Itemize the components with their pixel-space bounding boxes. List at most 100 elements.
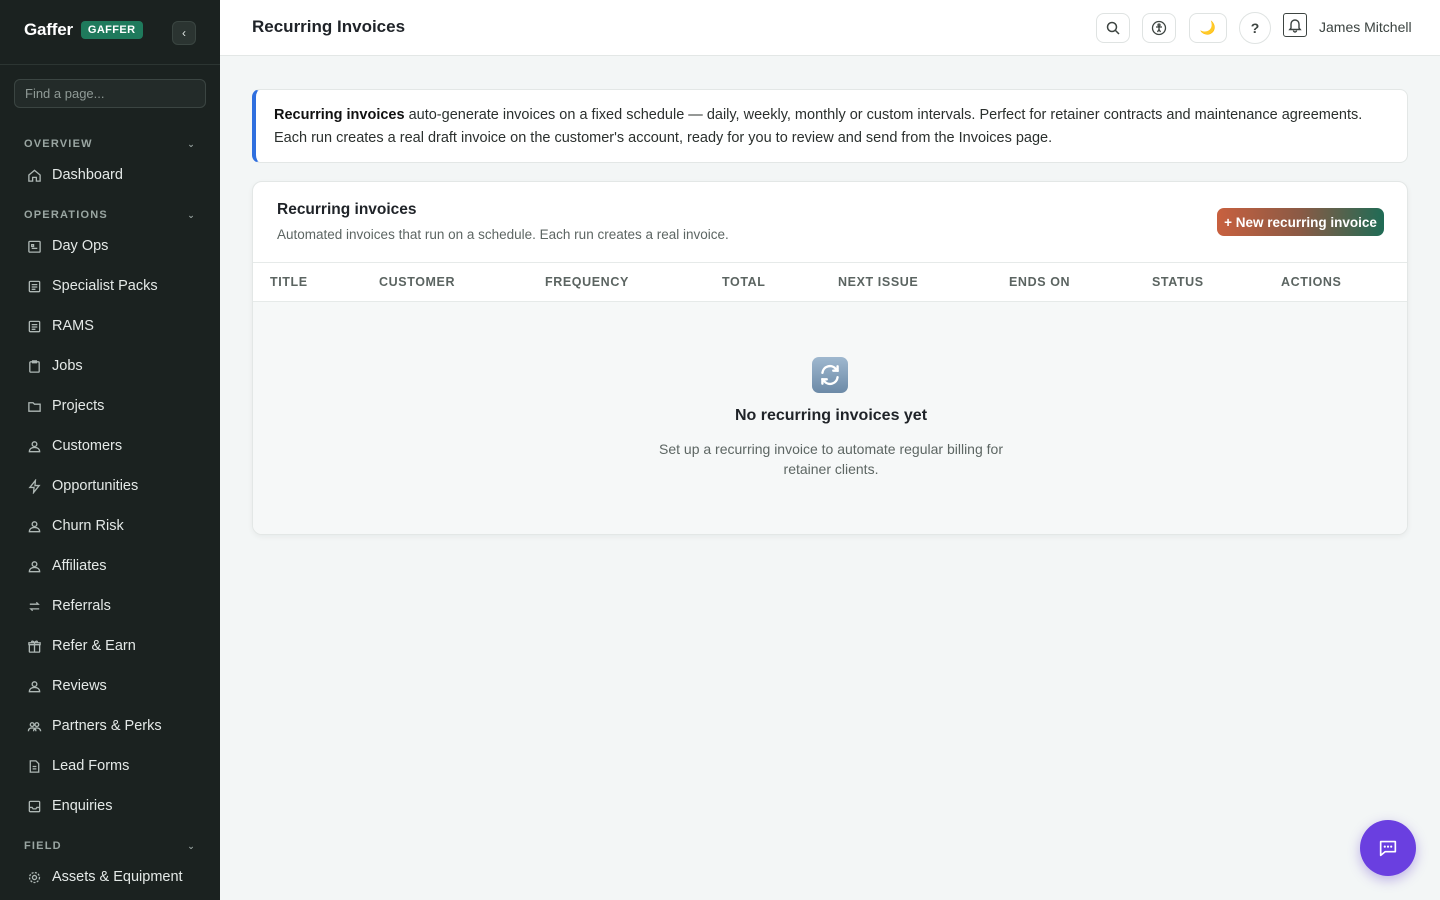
search-icon <box>1105 20 1121 36</box>
column-frequency[interactable]: FREQUENCY <box>545 275 629 289</box>
help-icon: ? <box>1250 20 1260 36</box>
sidebar-item-label: Jobs <box>52 358 83 374</box>
chevron-down-icon: ⌄ <box>187 840 196 851</box>
sidebar-item-label: RAMS <box>52 318 94 334</box>
sidebar-item-label: Dashboard <box>52 167 123 183</box>
section-operations[interactable]: OPERATIONS ⌄ <box>24 209 196 221</box>
brand[interactable]: Gaffer GAFFER <box>24 20 143 40</box>
card-subtitle: Automated invoices that run on a schedul… <box>277 227 729 242</box>
sidebar-item-label: Customers <box>52 438 123 454</box>
repeat-icon <box>812 357 848 393</box>
collapse-sidebar-button[interactable]: ‹ <box>172 21 196 45</box>
sidebar-item-label: Refer & Earn <box>52 638 136 654</box>
sidebar-item-label: Affiliates <box>52 558 107 574</box>
sidebar-item-opportunities[interactable]: Opportunities <box>14 469 206 503</box>
gift-icon <box>26 638 42 654</box>
calendar-icon <box>26 238 42 254</box>
sidebar-item-assets-equipment[interactable]: Assets & Equipment <box>14 860 206 894</box>
brand-name: Gaffer <box>24 20 73 39</box>
column-total[interactable]: TOTAL <box>722 275 766 289</box>
empty-state-title: No recurring invoices yet <box>734 407 928 424</box>
sidebar-item-specialist-packs[interactable]: Specialist Packs <box>14 269 206 303</box>
sidebar-item-enquiries[interactable]: Enquiries <box>14 789 206 823</box>
accessibility-button[interactable] <box>1142 13 1176 43</box>
sidebar-item-label: Day Ops <box>52 238 109 254</box>
sidebar-divider <box>0 64 220 65</box>
sidebar-item-affiliates[interactable]: Affiliates <box>14 549 206 583</box>
empty-state: No recurring invoices yet Set up a recur… <box>253 302 1407 534</box>
section-overview[interactable]: OVERVIEW ⌄ <box>24 138 196 150</box>
new-recurring-invoice-button[interactable]: + New recurring invoice <box>1217 208 1384 236</box>
sidebar-item-label: Reviews <box>52 678 107 694</box>
person-icon <box>26 678 42 694</box>
column-title[interactable]: TITLE <box>270 275 308 289</box>
table-header: TITLE CUSTOMER FREQUENCY TOTAL NEXT ISSU… <box>253 262 1407 302</box>
sidebar-item-label: Assets & Equipment <box>52 869 183 885</box>
sidebar-item-day-ops[interactable]: Day Ops <box>14 229 206 263</box>
sidebar-item-lead-forms[interactable]: Lead Forms <box>14 749 206 783</box>
sidebar-item-label: Partners & Perks <box>52 718 162 734</box>
sidebar-item-dashboard[interactable]: Dashboard <box>14 158 206 192</box>
banner-text: auto-generate invoices on a fixed schedu… <box>274 107 1363 146</box>
section-label: FIELD <box>24 840 62 852</box>
people-icon <box>26 718 42 734</box>
notifications-button[interactable] <box>1283 13 1307 37</box>
sidebar-item-label: Lead Forms <box>52 758 130 774</box>
sidebar-item-churn-risk[interactable]: Churn Risk <box>14 509 206 543</box>
home-icon <box>26 167 42 183</box>
sidebar-item-refer-earn[interactable]: Refer & Earn <box>14 629 206 663</box>
chat-icon <box>1377 837 1399 859</box>
doc-list-icon <box>26 318 42 334</box>
sidebar-item-label: Specialist Packs <box>52 278 158 294</box>
topbar: Recurring Invoices 🌙 ? James Mitchell <box>220 0 1440 56</box>
chevron-left-icon: ‹ <box>182 26 186 40</box>
info-banner: Recurring invoices auto-generate invoice… <box>252 89 1408 163</box>
clipboard-icon <box>26 358 42 374</box>
column-actions: ACTIONS <box>1281 275 1342 289</box>
bolt-icon <box>26 478 42 494</box>
bell-icon <box>1287 17 1303 33</box>
person-icon <box>26 438 42 454</box>
form-icon <box>26 758 42 774</box>
person-icon <box>26 558 42 574</box>
find-page-input[interactable] <box>14 79 206 108</box>
brand-badge: GAFFER <box>80 21 143 39</box>
sidebar-item-partners-perks[interactable]: Partners & Perks <box>14 709 206 743</box>
column-customer[interactable]: CUSTOMER <box>379 275 455 289</box>
section-label: OVERVIEW <box>24 138 93 150</box>
column-next-issue[interactable]: NEXT ISSUE <box>838 275 918 289</box>
sidebar-item-rams[interactable]: RAMS <box>14 309 206 343</box>
card-title: Recurring invoices <box>277 201 417 218</box>
section-label: OPERATIONS <box>24 209 108 221</box>
theme-toggle-button[interactable]: 🌙 <box>1189 13 1227 43</box>
page-title: Recurring Invoices <box>252 17 406 36</box>
doc-list-icon <box>26 278 42 294</box>
person-icon <box>26 518 42 534</box>
user-name[interactable]: James Mitchell <box>1319 19 1412 35</box>
gear-icon <box>26 869 42 885</box>
column-status[interactable]: STATUS <box>1152 275 1204 289</box>
chevron-down-icon: ⌄ <box>187 138 196 149</box>
sidebar-item-referrals[interactable]: Referrals <box>14 589 206 623</box>
moon-icon: 🌙 <box>1199 20 1217 35</box>
sidebar-item-label: Projects <box>52 398 105 414</box>
help-button[interactable]: ? <box>1239 12 1271 44</box>
sidebar-item-label: Enquiries <box>52 798 113 814</box>
sidebar: Gaffer GAFFER ‹ OVERVIEW ⌄ Dashboard OPE… <box>0 0 220 900</box>
empty-state-description: Set up a recurring invoice to automate r… <box>659 441 1003 477</box>
sidebar-item-label: Churn Risk <box>52 518 124 534</box>
sidebar-item-label: Opportunities <box>52 478 139 494</box>
banner-bold: Recurring invoices <box>274 107 405 123</box>
section-field[interactable]: FIELD ⌄ <box>24 840 196 852</box>
chat-button[interactable] <box>1360 820 1416 876</box>
search-button[interactable] <box>1096 13 1130 43</box>
column-ends-on[interactable]: ENDS ON <box>1009 275 1070 289</box>
arrows-icon <box>26 598 42 614</box>
sidebar-item-projects[interactable]: Projects <box>14 389 206 423</box>
sidebar-item-label: Referrals <box>52 598 111 614</box>
accessibility-icon <box>1151 20 1167 36</box>
sidebar-item-customers[interactable]: Customers <box>14 429 206 463</box>
sidebar-item-jobs[interactable]: Jobs <box>14 349 206 383</box>
sidebar-item-reviews[interactable]: Reviews <box>14 669 206 703</box>
folder-icon <box>26 398 42 414</box>
